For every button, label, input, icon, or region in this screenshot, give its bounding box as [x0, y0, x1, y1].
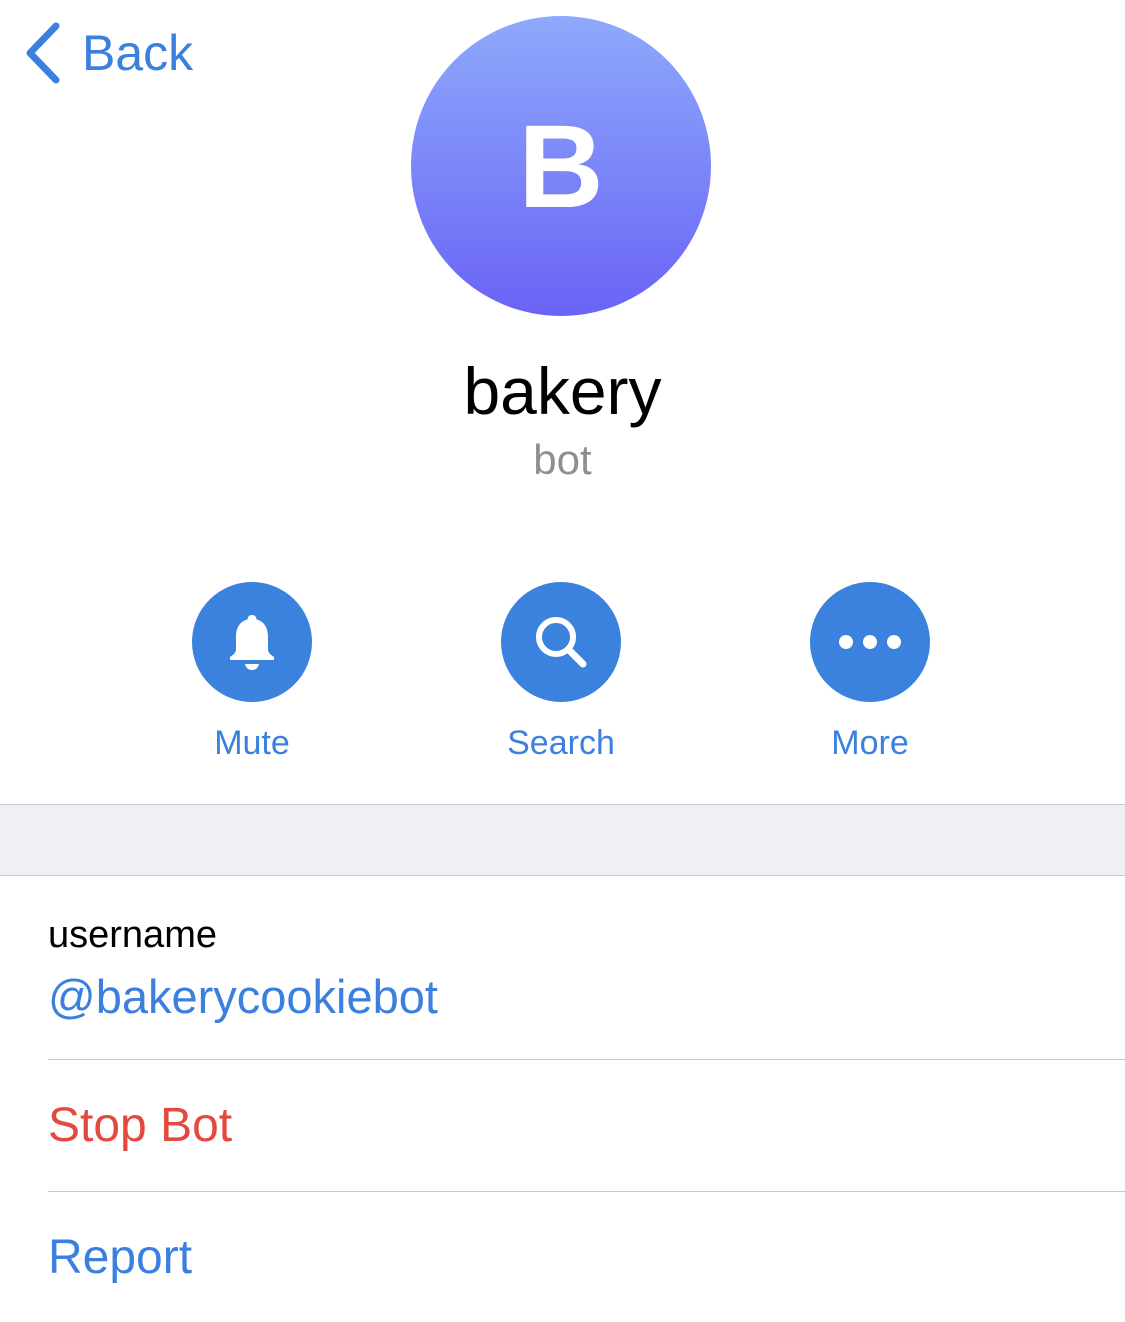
back-label: Back	[82, 25, 194, 81]
more-circle	[810, 582, 930, 702]
avatar[interactable]: B	[411, 16, 711, 316]
report-button[interactable]: Report	[48, 1228, 192, 1288]
search-circle	[501, 582, 621, 702]
profile-name: bakery	[463, 354, 662, 428]
stop-bot-button[interactable]: Stop Bot	[48, 1096, 232, 1156]
mute-button[interactable]: Mute	[132, 582, 372, 764]
avatar-initial: B	[518, 101, 604, 233]
bell-icon	[230, 615, 274, 670]
row-divider	[48, 1059, 1125, 1060]
more-icon	[839, 635, 901, 649]
more-label: More	[831, 724, 909, 762]
mute-label: Mute	[214, 724, 290, 762]
row-divider	[48, 1191, 1125, 1192]
username-label: username	[48, 914, 217, 956]
mute-circle	[192, 582, 312, 702]
profile-status: bot	[533, 436, 592, 483]
search-icon	[536, 617, 587, 668]
back-button[interactable]: Back	[22, 20, 193, 86]
chevron-left-icon	[26, 22, 60, 84]
section-separator	[0, 804, 1125, 876]
username-link[interactable]: @bakerycookiebot	[48, 968, 438, 1026]
search-button[interactable]: Search	[441, 582, 681, 764]
bot-profile-screen: Back B bakery bot Mute Search More usern…	[0, 0, 1125, 1322]
search-label: Search	[507, 724, 615, 762]
more-button[interactable]: More	[750, 582, 990, 764]
